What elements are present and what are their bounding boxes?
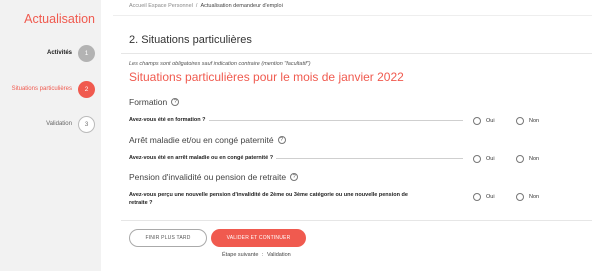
page-title: 2. Situations particulières [129, 34, 252, 46]
steps-sidebar: Actualisation Activités 1 Situations par… [0, 0, 101, 271]
breadcrumb-home-link[interactable]: Accueil Espace Personnel [129, 3, 193, 9]
step-number: 3 [78, 115, 95, 133]
radio-pension-oui[interactable]: Oui [473, 193, 495, 201]
question-pension-line-2: retraite ? [129, 200, 153, 206]
group-title-formation: Formation ? [129, 97, 180, 107]
radio-circle-icon[interactable] [473, 155, 481, 163]
radio-pension-non[interactable]: Non [516, 193, 539, 201]
step-situations-particulieres[interactable]: Situations particulières 2 [12, 80, 95, 98]
group-title-arret-maladie: Arrêt maladie et/ou en congé paternité ? [129, 135, 286, 145]
group-title-label: Pension d'invalidité ou pension de retra… [129, 172, 287, 182]
radio-circle-icon[interactable] [516, 155, 524, 163]
next-step-info: Étape suivante : Validation [222, 252, 291, 258]
step-label: Activités [46, 50, 72, 56]
radio-circle-icon[interactable] [516, 193, 524, 201]
help-icon[interactable]: ? [277, 136, 286, 144]
radio-label: Oui [486, 156, 495, 162]
group-title-pension: Pension d'invalidité ou pension de retra… [129, 172, 299, 182]
radio-circle-icon[interactable] [516, 117, 524, 125]
radio-label: Non [529, 118, 540, 124]
radio-arret-maladie-oui[interactable]: Oui [473, 155, 495, 163]
month-title: Situations particulières pour le mois de… [129, 70, 404, 84]
actions-divider [121, 220, 592, 221]
question-formation: Avez-vous été en formation ? [129, 116, 209, 124]
radio-formation-oui[interactable]: Oui [473, 117, 495, 125]
radio-label: Non [529, 156, 540, 162]
breadcrumb: Accueil Espace Personnel / Actualisation d… [129, 3, 283, 9]
next-step-value: Validation [266, 252, 291, 258]
question-pension: Avez-vous perçu une nouvelle pension d'i… [129, 191, 473, 207]
question-pension-line-1: Avez-vous perçu une nouvelle pension d'i… [129, 192, 408, 198]
title-divider [121, 53, 592, 54]
finish-later-button[interactable]: Finir plus tard [129, 229, 207, 247]
next-step-separator: : [261, 252, 264, 258]
radio-label: Oui [486, 118, 495, 124]
help-icon[interactable]: ? [171, 98, 180, 106]
breadcrumb-separator: / [195, 3, 198, 9]
radio-label: Oui [486, 194, 495, 200]
step-number: 2 [78, 80, 95, 98]
radio-circle-icon[interactable] [473, 193, 481, 201]
step-activites[interactable]: Activités 1 [47, 44, 95, 62]
radio-circle-icon[interactable] [473, 117, 481, 125]
question-arret-maladie: Avez-vous été en arrêt maladie ou en con… [129, 154, 277, 162]
group-title-label: Formation [129, 97, 168, 107]
radio-formation-non[interactable]: Non [516, 117, 539, 125]
step-validation: Validation 3 [46, 115, 95, 133]
step-number: 1 [78, 44, 95, 62]
next-step-label: Étape suivante [222, 252, 259, 258]
help-icon[interactable]: ? [290, 173, 299, 181]
breadcrumb-divider [113, 15, 592, 16]
required-fields-note: Les champs sont obligatoires sauf indica… [129, 61, 311, 67]
validate-continue-button[interactable]: Valider et continuer [211, 229, 306, 247]
group-title-label: Arrêt maladie et/ou en congé paternité [129, 135, 274, 145]
step-label: Situations particulières [11, 86, 72, 92]
radio-arret-maladie-non[interactable]: Non [516, 155, 539, 163]
step-label: Validation [46, 121, 72, 127]
radio-label: Non [529, 194, 540, 200]
sidebar-title: Actualisation [24, 12, 95, 26]
breadcrumb-current: Actualisation demandeur d'emploi [200, 3, 283, 9]
